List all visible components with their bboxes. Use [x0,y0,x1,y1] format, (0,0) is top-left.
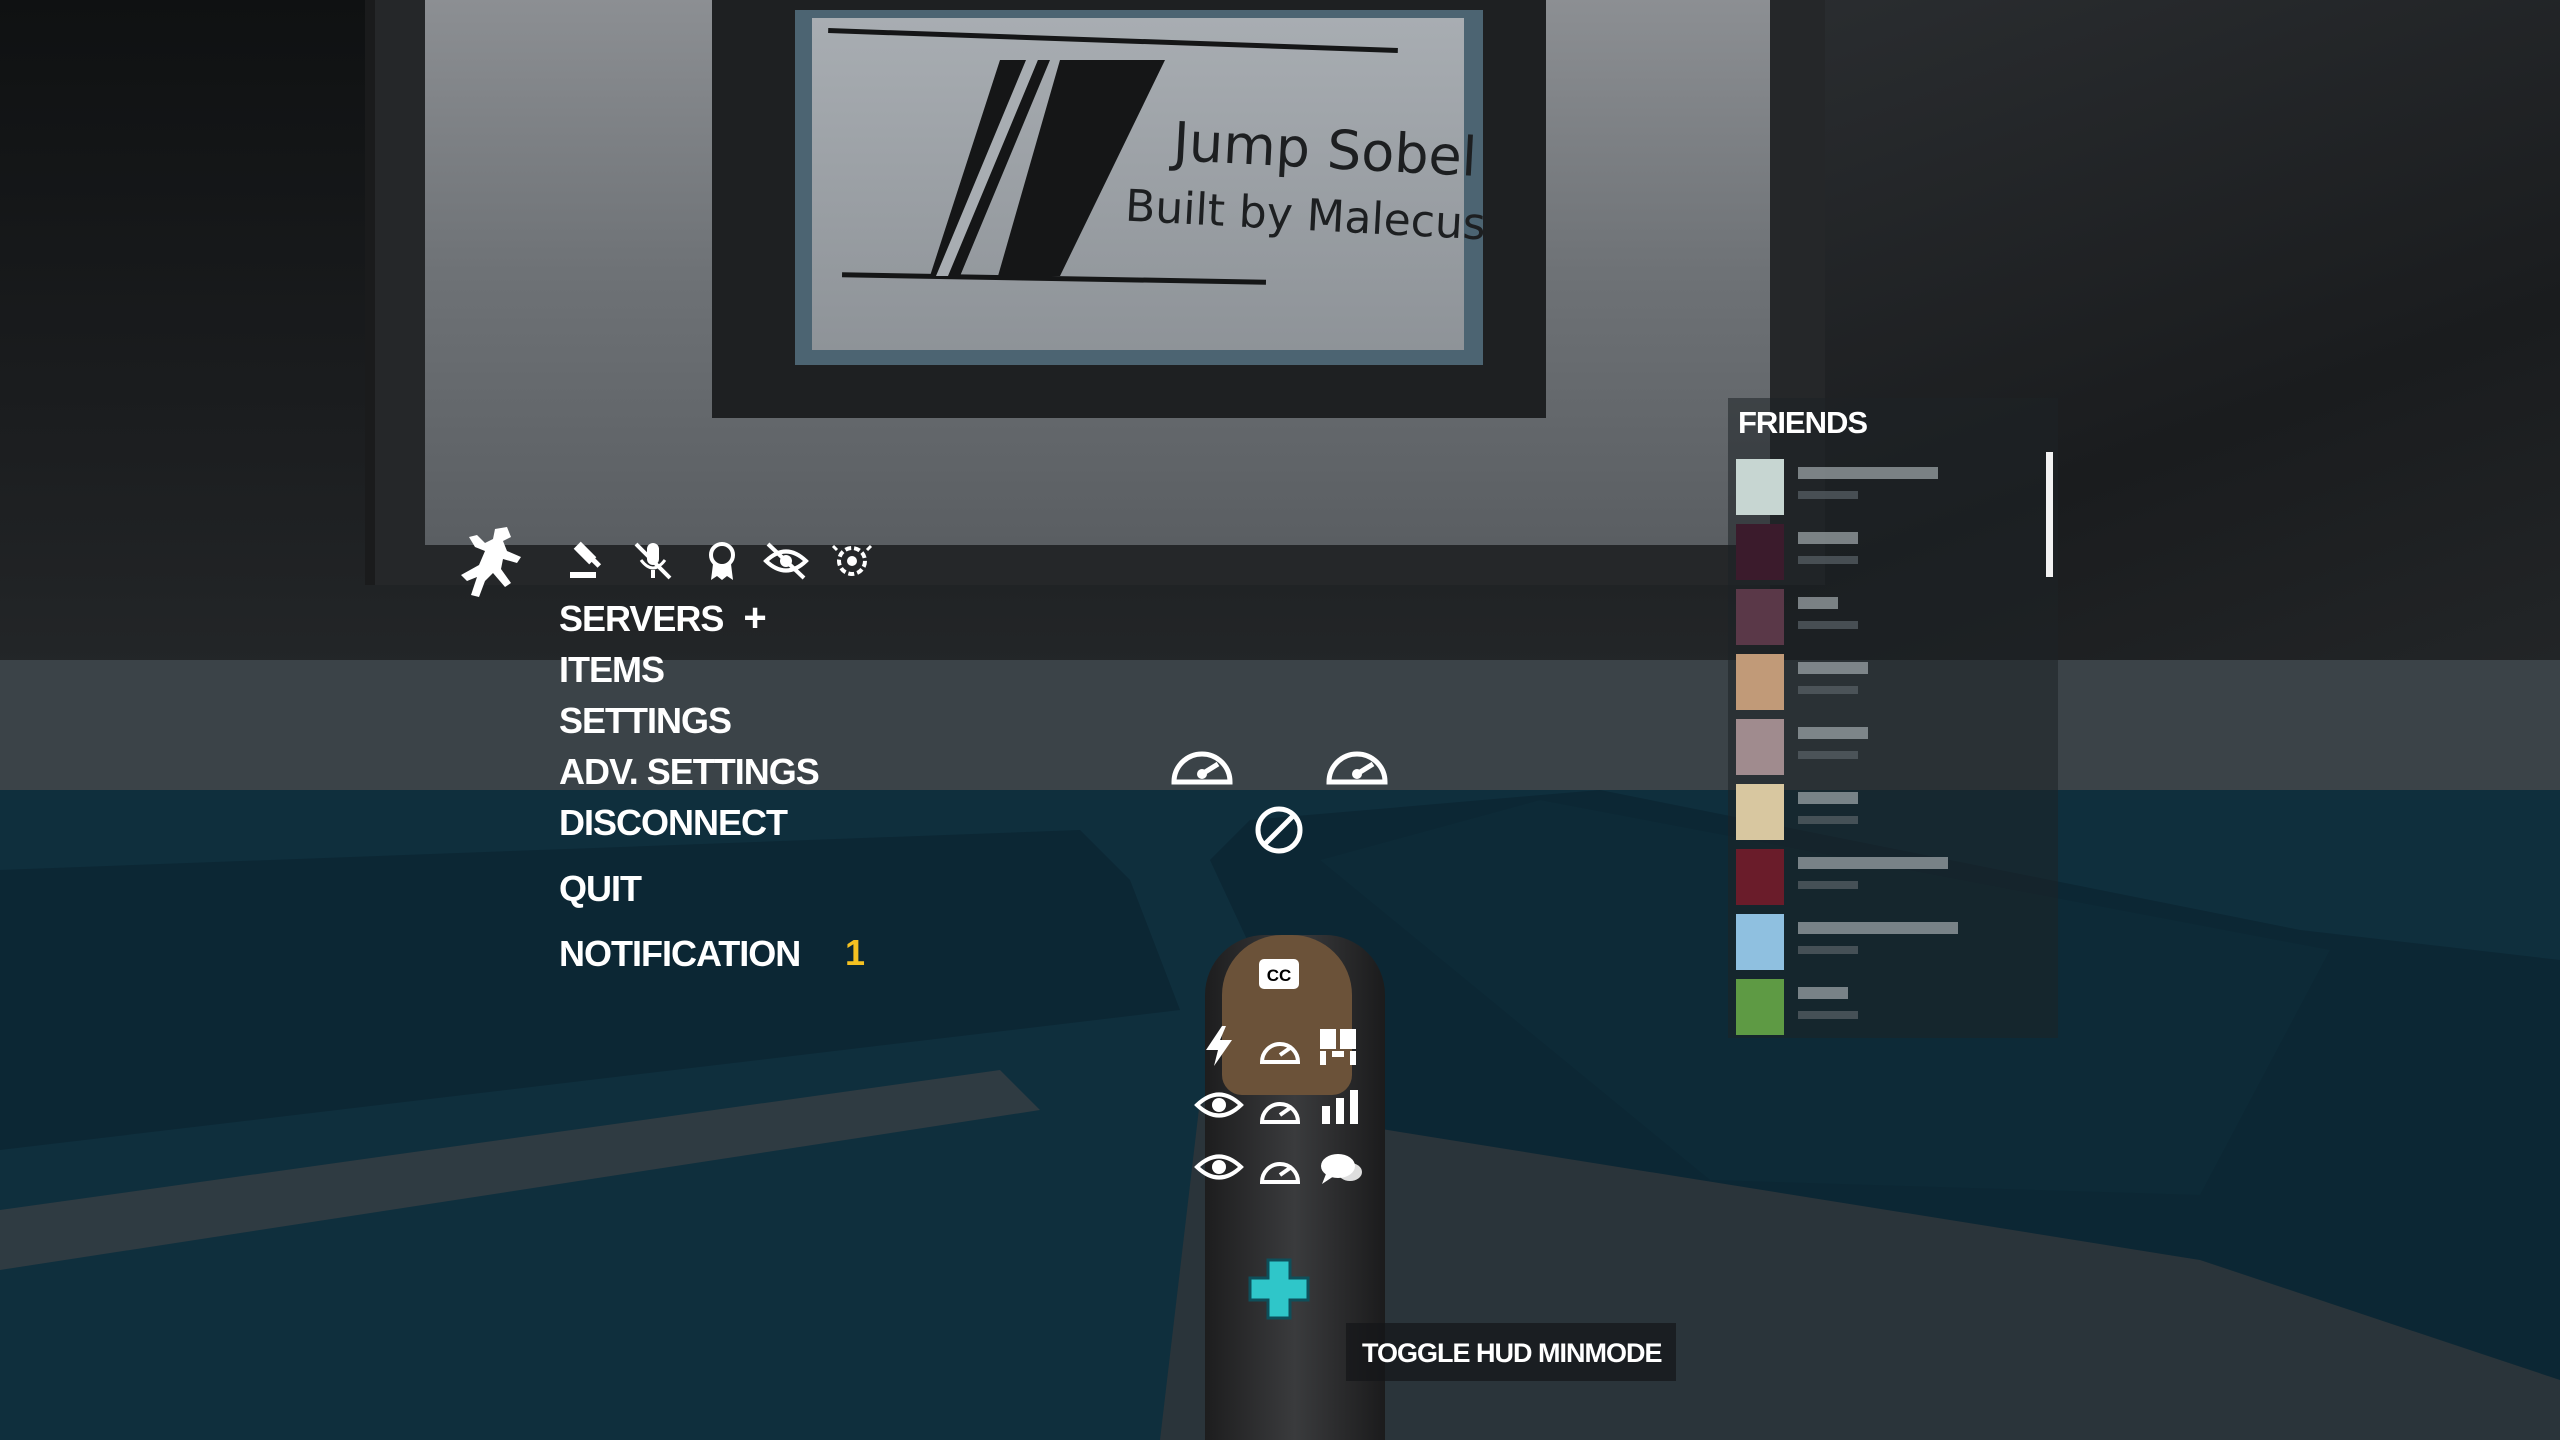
lightning-icon[interactable] [1202,1024,1236,1068]
friend-status-obscured [1798,491,1858,499]
friend-avatar [1736,914,1784,970]
friend-name-obscured [1798,922,1958,934]
friend-name-obscured [1798,662,1868,674]
gavel-icon[interactable] [566,540,608,582]
speedometer-icon[interactable] [1323,736,1391,790]
closed-captions-icon[interactable]: CC [1258,958,1300,990]
speedometer-icon[interactable] [1258,1150,1302,1186]
bar-chart-icon[interactable] [1320,1088,1360,1126]
chat-bubbles-icon[interactable] [1318,1150,1364,1188]
menu-servers[interactable]: SERVERS [559,598,724,640]
menu-items[interactable]: ITEMS [559,649,665,691]
speedometer-icon[interactable] [1258,1030,1302,1066]
mute-mic-icon[interactable] [632,540,674,582]
friend-avatar [1736,849,1784,905]
eye-icon[interactable] [1194,1088,1244,1122]
friend-name-obscured [1798,467,1938,479]
friend-name-obscured [1798,792,1858,804]
menu-adv-settings[interactable]: ADV. SETTINGS [559,751,820,793]
friend-row[interactable] [1728,845,2050,909]
friend-name-obscured [1798,857,1948,869]
friends-title: FRIENDS [1738,405,1868,440]
menu-notification[interactable]: NOTIFICATION [559,933,801,975]
friend-avatar [1736,589,1784,645]
friend-avatar [1736,459,1784,515]
friend-row[interactable] [1728,715,2050,779]
friend-status-obscured [1798,816,1858,824]
friend-avatar [1736,524,1784,580]
friend-status-obscured [1798,946,1858,954]
friend-avatar [1736,719,1784,775]
tooltip-text: TOGGLE HUD MINMODE [1362,1338,1663,1368]
menu-quit[interactable]: QUIT [559,868,642,910]
friend-status-obscured [1798,621,1858,629]
eye-icon[interactable] [1194,1150,1244,1184]
friend-row[interactable] [1728,585,2050,649]
settings-gear-icon[interactable] [831,540,873,582]
notification-count-badge: 1 [845,932,866,973]
friend-status-obscured [1798,686,1858,694]
friends-scrollbar[interactable] [2046,452,2053,577]
friend-status-obscured [1798,881,1858,889]
friend-name-obscured [1798,727,1868,739]
friend-avatar [1736,979,1784,1035]
friend-avatar [1736,654,1784,710]
menu-settings[interactable]: SETTINGS [559,700,732,742]
friend-name-obscured [1798,532,1858,544]
hidden-eye-icon[interactable] [762,540,810,582]
add-server-icon[interactable]: + [738,596,772,640]
svg-text:CC: CC [1267,966,1292,985]
player-avatar-icon[interactable] [455,525,525,600]
friend-name-obscured [1798,597,1838,609]
friend-row[interactable] [1728,455,2050,519]
keyboard-keys-icon[interactable] [1318,1025,1358,1067]
map-logo [930,60,1165,276]
friend-status-obscured [1798,1011,1858,1019]
friend-row[interactable] [1728,780,2050,844]
speedometer-icon[interactable] [1168,736,1236,790]
speedometer-icon[interactable] [1258,1090,1302,1126]
blocked-icon[interactable] [1253,804,1305,856]
friend-row[interactable] [1728,520,2050,584]
menu-disconnect[interactable]: DISCONNECT [559,802,788,844]
health-cross-icon[interactable] [1248,1258,1310,1320]
friend-name-obscured [1798,987,1848,999]
friend-row[interactable] [1728,975,2050,1039]
friend-status-obscured [1798,556,1858,564]
friend-row[interactable] [1728,910,2050,974]
friend-avatar [1736,784,1784,840]
friend-row[interactable] [1728,650,2050,714]
game-world: Jump Sobel Built by Malecus [0,0,2560,1440]
friend-status-obscured [1798,751,1858,759]
award-ribbon-icon[interactable] [701,540,743,582]
